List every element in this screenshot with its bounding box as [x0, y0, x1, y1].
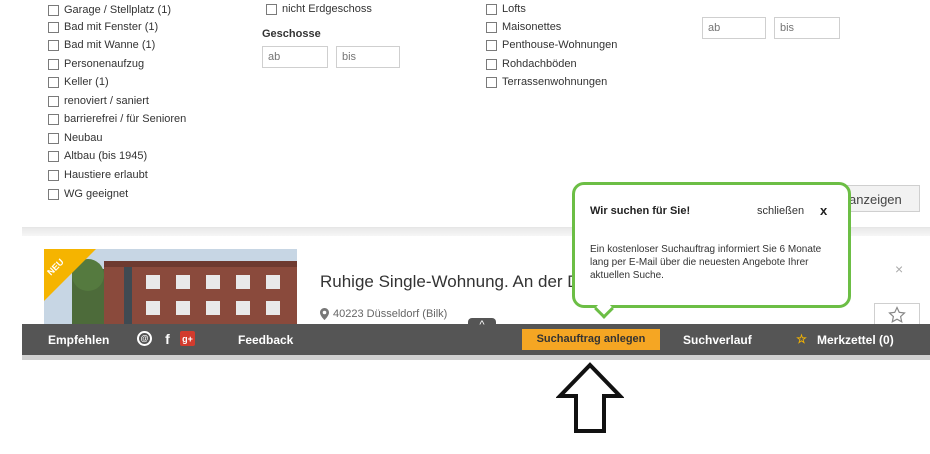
- checkbox[interactable]: [48, 76, 59, 88]
- filter-wg[interactable]: WG geeignet: [48, 187, 128, 201]
- toolbar-shadow: [22, 355, 930, 360]
- filter-label: Maisonettes: [502, 21, 562, 33]
- filter-label: WG geeignet: [64, 188, 129, 200]
- filter-label: Altbau (bis 1945): [64, 150, 148, 162]
- email-icon[interactable]: @: [137, 331, 152, 346]
- filter-renoviert[interactable]: renoviert / saniert: [48, 94, 149, 108]
- filter-label: Haustiere erlaubt: [64, 169, 148, 181]
- filter-bad-fenster[interactable]: Bad mit Fenster (1): [48, 20, 158, 34]
- checkbox[interactable]: [48, 113, 59, 125]
- merkzettel-link[interactable]: Merkzettel (0): [817, 333, 894, 347]
- checkbox[interactable]: [486, 3, 497, 15]
- checkbox[interactable]: [486, 21, 497, 33]
- star-icon: ☆: [796, 331, 807, 346]
- filter-maisonettes[interactable]: Maisonettes: [486, 20, 561, 34]
- checkbox[interactable]: [48, 188, 59, 200]
- empfehlen-link[interactable]: Empfehlen: [48, 333, 109, 347]
- filter-barrierefrei[interactable]: barrierefrei / für Senioren: [48, 112, 186, 126]
- location-pin-icon: [320, 308, 329, 320]
- popup-close-icon[interactable]: x: [820, 203, 827, 218]
- checkbox[interactable]: [48, 95, 59, 107]
- arrow-up-icon: [556, 362, 624, 433]
- checkbox[interactable]: [48, 39, 59, 51]
- filter-label: Garage / Stellplatz (1): [64, 4, 171, 16]
- expand-toolbar-button[interactable]: ^: [468, 318, 496, 332]
- location-text: 40223 Düsseldorf (Bilk): [333, 308, 448, 320]
- popup-close-link[interactable]: schließen: [757, 205, 804, 217]
- filter-bad-wanne[interactable]: Bad mit Wanne (1): [48, 38, 155, 52]
- anzeigen-button[interactable]: anzeigen: [846, 185, 920, 212]
- checkbox[interactable]: [486, 76, 497, 88]
- listing-location: 40223 Düsseldorf (Bilk): [320, 308, 447, 320]
- checkbox[interactable]: [486, 39, 497, 51]
- checkbox[interactable]: [266, 3, 277, 15]
- filter-nicht-erdgeschoss[interactable]: nicht Erdgeschoss: [266, 2, 372, 16]
- checkbox[interactable]: [48, 21, 59, 33]
- suchverlauf-link[interactable]: Suchverlauf: [683, 333, 752, 347]
- filter-label: Bad mit Wanne (1): [64, 39, 156, 51]
- filter-label: Terrassenwohnungen: [502, 76, 608, 88]
- checkbox[interactable]: [486, 58, 497, 70]
- geschosse-from-input[interactable]: [262, 46, 328, 68]
- filter-aufzug[interactable]: Personenaufzug: [48, 57, 144, 71]
- filter-label: Rohdachböden: [502, 58, 577, 70]
- geschosse-to-input[interactable]: [336, 46, 400, 68]
- filter-label: renoviert / saniert: [64, 95, 149, 107]
- checkbox[interactable]: [48, 58, 59, 70]
- facebook-icon[interactable]: f: [160, 331, 175, 347]
- filter-label: Personenaufzug: [64, 58, 145, 70]
- google-plus-icon[interactable]: g+: [180, 331, 195, 346]
- filter-haustiere[interactable]: Haustiere erlaubt: [48, 168, 148, 182]
- filter-label: barrierefrei / für Senioren: [64, 113, 187, 125]
- range-to-input[interactable]: [774, 17, 840, 39]
- filter-label: Keller (1): [64, 76, 109, 88]
- filter-altbau[interactable]: Altbau (bis 1945): [48, 149, 147, 163]
- filter-keller[interactable]: Keller (1): [48, 75, 109, 89]
- geschosse-label: Geschosse: [262, 28, 321, 40]
- listing-close-icon[interactable]: ×: [895, 261, 903, 277]
- popup-body: Ein kostenloser Suchauftrag informiert S…: [590, 244, 822, 281]
- filter-label: Lofts: [502, 3, 526, 15]
- filter-label: nicht Erdgeschoss: [282, 3, 372, 15]
- listing-title[interactable]: Ruhige Single-Wohnung. An der D: [320, 272, 580, 292]
- popup-title: Wir suchen für Sie!: [590, 205, 691, 217]
- checkbox[interactable]: [48, 4, 59, 16]
- checkbox[interactable]: [48, 169, 59, 181]
- filter-garage[interactable]: Garage / Stellplatz (1): [48, 3, 171, 17]
- star-outline-icon: [888, 306, 906, 323]
- checkbox[interactable]: [48, 132, 59, 144]
- feedback-link[interactable]: Feedback: [238, 333, 293, 347]
- filter-penthouse[interactable]: Penthouse-Wohnungen: [486, 38, 617, 52]
- filter-neubau[interactable]: Neubau: [48, 131, 103, 145]
- filter-label: Penthouse-Wohnungen: [502, 39, 618, 51]
- filter-terrassen[interactable]: Terrassenwohnungen: [486, 75, 607, 89]
- range-from-input[interactable]: [702, 17, 766, 39]
- filter-lofts[interactable]: Lofts: [486, 2, 526, 16]
- checkbox[interactable]: [48, 150, 59, 162]
- suchauftrag-anlegen-button[interactable]: Suchauftrag anlegen: [522, 329, 660, 350]
- filter-label: Neubau: [64, 132, 103, 144]
- filter-label: Bad mit Fenster (1): [64, 21, 159, 33]
- filter-rohdachboeden[interactable]: Rohdachböden: [486, 57, 577, 71]
